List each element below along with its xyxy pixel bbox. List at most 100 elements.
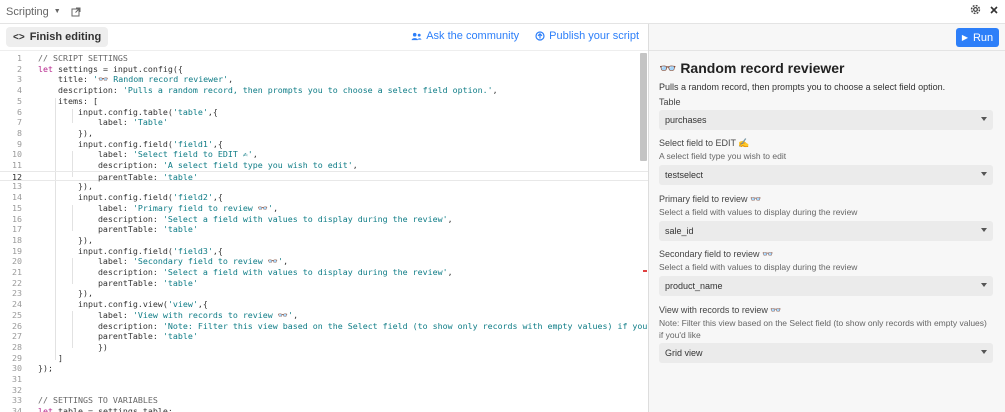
code-line[interactable]: 9 input.config.field('field1',{ bbox=[0, 139, 648, 150]
line-text: input.config.table('table',{ bbox=[38, 107, 218, 118]
code-line[interactable]: 22 parentTable: 'table' bbox=[0, 278, 648, 289]
field3-select[interactable]: product_name bbox=[659, 276, 993, 296]
line-text: }), bbox=[38, 181, 93, 192]
code-line[interactable]: 31 bbox=[0, 374, 648, 385]
code-line[interactable]: 15 label: 'Primary field to review 👓', bbox=[0, 203, 648, 214]
line-text: }), bbox=[38, 288, 93, 299]
code-line[interactable]: 32 bbox=[0, 385, 648, 396]
field-label-table: Table bbox=[659, 97, 681, 107]
field2-select-value: sale_id bbox=[665, 226, 694, 236]
run-button[interactable]: ▶ Run bbox=[956, 28, 999, 47]
code-line[interactable]: 26 description: 'Note: Filter this view … bbox=[0, 321, 648, 332]
code-icon: <> bbox=[13, 31, 25, 43]
field-label-field2: Primary field to review 👓 bbox=[659, 194, 762, 204]
gear-icon[interactable] bbox=[970, 4, 981, 15]
line-number: 17 bbox=[12, 224, 22, 235]
scripting-menu[interactable]: Scripting ▼ bbox=[6, 6, 61, 18]
finish-editing-button[interactable]: <> Finish editing bbox=[6, 27, 109, 47]
code-line[interactable]: 34 let table = settings.table; bbox=[0, 406, 648, 412]
code-line[interactable]: 25 label: 'View with records to review 👓… bbox=[0, 310, 648, 321]
table-select[interactable]: purchases bbox=[659, 110, 993, 130]
code-token: 'table' bbox=[162, 224, 198, 235]
code-token: , bbox=[352, 160, 358, 170]
ask-community-link[interactable]: Ask the community bbox=[411, 30, 519, 42]
field-label-field3: Secondary field to review 👓 bbox=[659, 249, 774, 259]
close-icon[interactable] bbox=[989, 5, 999, 15]
code-token: }) bbox=[38, 341, 108, 352]
code-token: description: bbox=[38, 267, 163, 277]
code-line[interactable]: 19 input.config.field('field3',{ bbox=[0, 246, 648, 257]
field2-select[interactable]: sale_id bbox=[659, 221, 993, 241]
code-line[interactable]: 27 parentTable: 'table' bbox=[0, 331, 648, 342]
code-line[interactable]: 12 parentTable: 'table' bbox=[0, 170, 648, 182]
line-text: description: 'Select a field with values… bbox=[38, 214, 453, 225]
line-number: 5 bbox=[17, 95, 22, 106]
code-line[interactable]: 20 label: 'Secondary field to review 👓', bbox=[0, 256, 648, 267]
code-line[interactable]: 30}); bbox=[0, 363, 648, 374]
line-text: input.config.view('view',{ bbox=[38, 299, 208, 310]
code-token: '👓 Random record reviewer' bbox=[92, 74, 229, 85]
line-text: title: '👓 Random record reviewer', bbox=[38, 74, 233, 85]
code-line[interactable]: 28 }) bbox=[0, 342, 648, 353]
code-token: 'Primary field to review 👓' bbox=[132, 202, 274, 213]
code-line[interactable]: 24 input.config.view('view',{ bbox=[0, 299, 648, 310]
line-text: input.config.field('field1',{ bbox=[38, 139, 223, 150]
code-line[interactable]: 2 let settings = input.config({ bbox=[0, 64, 648, 75]
code-line[interactable]: 18 }), bbox=[0, 235, 648, 246]
field1-select[interactable]: testselect bbox=[659, 165, 993, 185]
code-line[interactable]: 29 ] bbox=[0, 353, 648, 364]
code-line[interactable]: 17 parentTable: 'table' bbox=[0, 224, 648, 235]
line-number: 32 bbox=[12, 384, 22, 395]
run-label: Run bbox=[972, 31, 994, 44]
line-number: 8 bbox=[17, 127, 22, 138]
chevron-down-icon bbox=[981, 283, 987, 287]
code-line[interactable]: 14 input.config.field('field2',{ bbox=[0, 192, 648, 203]
code-editor[interactable]: 1 // SCRIPT SETTINGS 2 let settings = input… bbox=[0, 51, 648, 412]
chevron-down-icon: ▼ bbox=[53, 8, 61, 15]
code-line[interactable]: 3 title: '👓 Random record reviewer', bbox=[0, 74, 648, 85]
code-token: parentTable: bbox=[38, 224, 163, 235]
code-line[interactable]: 8 }), bbox=[0, 128, 648, 139]
line-number: 6 bbox=[17, 106, 22, 117]
open-external-icon[interactable] bbox=[71, 7, 81, 17]
code-line[interactable]: 4 description: 'Pulls a random record, t… bbox=[0, 85, 648, 96]
code-token: , bbox=[447, 213, 453, 224]
code-token: // SCRIPT SETTINGS bbox=[38, 53, 128, 63]
view-select[interactable]: Grid view bbox=[659, 343, 993, 363]
line-number: 9 bbox=[17, 138, 22, 149]
code-token: input.config.view( bbox=[38, 299, 168, 310]
code-line[interactable]: 13 }), bbox=[0, 181, 648, 192]
field-help-field1: A select field type you wish to edit bbox=[659, 151, 787, 161]
line-number: 15 bbox=[12, 202, 22, 213]
line-number: 1 bbox=[17, 53, 22, 63]
code-token: 'Note: Filter this view based on the Sel… bbox=[162, 320, 648, 331]
line-number: 25 bbox=[12, 309, 22, 320]
code-line[interactable]: 10 label: 'Select field to EDIT ✍', bbox=[0, 149, 648, 160]
line-number: 33 bbox=[12, 395, 22, 406]
code-token: , bbox=[273, 202, 279, 213]
code-line[interactable]: 21 description: 'Select a field with val… bbox=[0, 267, 648, 278]
code-token: }); bbox=[38, 363, 53, 374]
code-token: 'view' bbox=[167, 299, 198, 310]
code-line[interactable]: 5 items: [ bbox=[0, 96, 648, 107]
line-number: 22 bbox=[12, 277, 22, 288]
code-line[interactable]: 33 // SETTINGS TO VARIABLES bbox=[0, 395, 648, 406]
line-number: 7 bbox=[17, 117, 22, 128]
code-line[interactable]: 6 input.config.table('table',{ bbox=[0, 107, 648, 118]
code-line[interactable]: 1 // SCRIPT SETTINGS bbox=[0, 53, 648, 64]
line-text: ] bbox=[38, 353, 63, 364]
publish-icon bbox=[535, 31, 545, 41]
code-token: , bbox=[492, 85, 498, 96]
code-token: ,{ bbox=[212, 192, 223, 203]
code-line[interactable]: 7 label: 'Table' bbox=[0, 117, 648, 128]
code-line[interactable]: 11 description: 'A select field type you… bbox=[0, 160, 648, 171]
code-line[interactable]: 16 description: 'Select a field with val… bbox=[0, 214, 648, 225]
code-token: items: [ bbox=[38, 95, 98, 106]
code-token: 'table' bbox=[172, 106, 208, 117]
publish-script-link[interactable]: Publish your script bbox=[535, 30, 639, 42]
code-token: 'table' bbox=[162, 171, 198, 182]
code-token: settings = input.config({ bbox=[53, 63, 183, 74]
code-token: 'Table' bbox=[132, 117, 168, 128]
code-line[interactable]: 23 }), bbox=[0, 288, 648, 299]
line-text: let settings = input.config({ bbox=[38, 64, 183, 75]
